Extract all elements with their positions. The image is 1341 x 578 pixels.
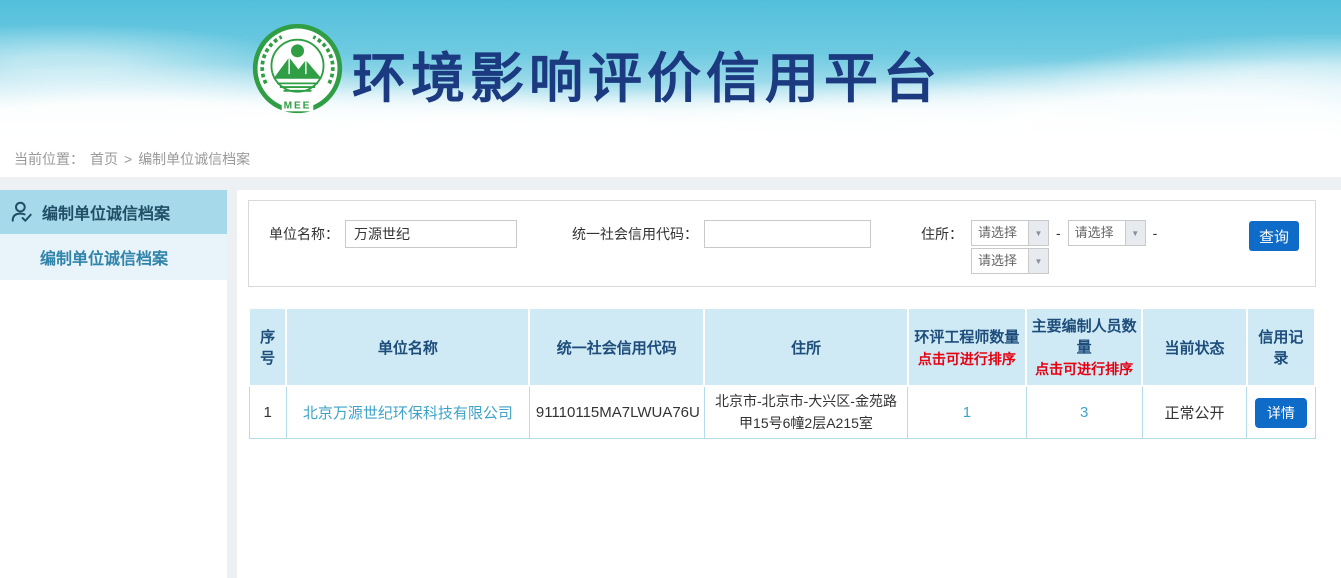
table-row: 1 北京万源世纪环保科技有限公司 91110115MA7LWUA76U 北京市-… bbox=[249, 386, 1315, 439]
content-gap bbox=[0, 178, 1341, 190]
breadcrumb-separator: > bbox=[124, 151, 132, 167]
unit-name-label: 单位名称： bbox=[269, 220, 339, 248]
header-company: 单位名称 bbox=[286, 308, 529, 386]
header-seq: 序号 bbox=[249, 308, 286, 386]
site-title: 环境影响评价信用平台 bbox=[352, 34, 942, 113]
staff-count-link[interactable]: 3 bbox=[1080, 404, 1088, 421]
main-panel: 单位名称： 统一社会信用代码： 住所： 请选择 ▼ - 请选择 ▼ bbox=[237, 190, 1341, 578]
district-select-value: 请选择 bbox=[972, 249, 1028, 273]
header-status: 当前状态 bbox=[1142, 308, 1246, 386]
header-engineer-count[interactable]: 环评工程师数量 点击可进行排序 bbox=[908, 308, 1026, 386]
chevron-down-icon[interactable]: ▼ bbox=[1028, 249, 1048, 273]
sort-hint: 点击可进行排序 bbox=[913, 349, 1021, 369]
mee-logo-icon: MEE bbox=[251, 22, 344, 115]
content: 编制单位诚信档案 编制单位诚信档案 单位名称： 统一社会信用代码： 住所： 请选… bbox=[0, 190, 1341, 578]
sidebar-subitem-unit-credit-archive[interactable]: 编制单位诚信档案 bbox=[0, 234, 227, 280]
chevron-down-icon[interactable]: ▼ bbox=[1028, 221, 1048, 245]
header-credit-code: 统一社会信用代码 bbox=[529, 308, 704, 386]
district-select[interactable]: 请选择 ▼ bbox=[971, 248, 1049, 274]
province-select-value: 请选择 bbox=[972, 221, 1028, 245]
table-header-row: 序号 单位名称 统一社会信用代码 住所 环评工程师数量 点击可进行排序 主要编制… bbox=[249, 308, 1315, 386]
svg-text:MEE: MEE bbox=[284, 100, 312, 111]
unit-name-input[interactable] bbox=[345, 220, 517, 248]
cell-seq: 1 bbox=[249, 386, 286, 439]
select-separator: - bbox=[1056, 220, 1061, 246]
header-staff-count-label: 主要编制人员数量 bbox=[1031, 315, 1137, 357]
header-address: 住所 bbox=[704, 308, 908, 386]
address-selects: 请选择 ▼ - 请选择 ▼ - 请选择 ▼ bbox=[971, 220, 1164, 274]
site-header: MEE 环境影响评价信用平台 bbox=[0, 0, 1341, 140]
select-separator: - bbox=[1153, 220, 1158, 246]
header-staff-count[interactable]: 主要编制人员数量 点击可进行排序 bbox=[1026, 308, 1142, 386]
user-check-icon bbox=[10, 200, 34, 224]
sidebar-subitem-label: 编制单位诚信档案 bbox=[40, 245, 168, 269]
search-panel: 单位名称： 统一社会信用代码： 住所： 请选择 ▼ - 请选择 ▼ bbox=[248, 200, 1316, 287]
cell-address: 北京市-北京市-大兴区-金苑路甲15号6幢2层A215室 bbox=[704, 386, 908, 439]
breadcrumb: 当前位置： 首页 > 编制单位诚信档案 bbox=[0, 140, 1341, 178]
province-select[interactable]: 请选择 ▼ bbox=[971, 220, 1049, 246]
credit-code-label: 统一社会信用代码： bbox=[572, 220, 698, 248]
city-select[interactable]: 请选择 ▼ bbox=[1068, 220, 1146, 246]
chevron-down-icon[interactable]: ▼ bbox=[1125, 221, 1145, 245]
breadcrumb-home-link[interactable]: 首页 bbox=[90, 149, 118, 169]
sidebar-item-label: 编制单位诚信档案 bbox=[42, 200, 170, 224]
page: MEE 环境影响评价信用平台 当前位置： 首页 > 编制单位诚信档案 编制单位诚… bbox=[0, 0, 1341, 578]
result-table: 序号 单位名称 统一社会信用代码 住所 环评工程师数量 点击可进行排序 主要编制… bbox=[248, 307, 1316, 439]
engineer-count-link[interactable]: 1 bbox=[963, 404, 971, 421]
sidebar: 编制单位诚信档案 编制单位诚信档案 bbox=[0, 190, 227, 578]
query-button[interactable]: 查询 bbox=[1249, 221, 1299, 251]
sort-hint: 点击可进行排序 bbox=[1031, 359, 1137, 379]
detail-button[interactable]: 详情 bbox=[1255, 398, 1307, 428]
cell-credit-code: 91110115MA7LWUA76U bbox=[529, 386, 704, 439]
credit-code-input[interactable] bbox=[704, 220, 871, 248]
address-label: 住所： bbox=[921, 220, 963, 248]
city-select-value: 请选择 bbox=[1069, 221, 1125, 245]
header-credit-record: 信用记录 bbox=[1247, 308, 1315, 386]
cell-status: 正常公开 bbox=[1142, 386, 1246, 439]
header-engineer-count-label: 环评工程师数量 bbox=[913, 326, 1021, 347]
sidebar-item-unit-credit-archive[interactable]: 编制单位诚信档案 bbox=[0, 190, 227, 234]
breadcrumb-prefix: 当前位置： bbox=[14, 149, 84, 169]
sidebar-divider bbox=[227, 190, 237, 578]
breadcrumb-current: 编制单位诚信档案 bbox=[138, 149, 250, 169]
company-link[interactable]: 北京万源世纪环保科技有限公司 bbox=[303, 405, 513, 422]
